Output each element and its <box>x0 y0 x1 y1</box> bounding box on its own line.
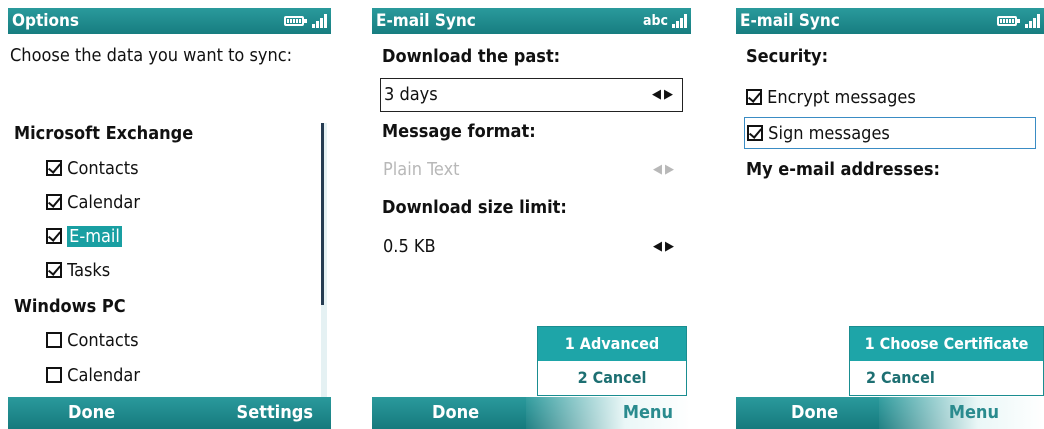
menu-item-cancel[interactable]: 2 Cancel <box>538 361 686 395</box>
field-label-download-past: Download the past: <box>382 46 561 67</box>
softkey-bar: Done Settings <box>8 397 331 429</box>
softkey-bar: Done Menu <box>372 397 691 429</box>
item-label: Calendar <box>67 365 140 386</box>
softkey-left-done[interactable]: Done <box>68 397 115 429</box>
prompt-text: Choose the data you want to sync: <box>10 45 293 66</box>
options-screen: Options Choose the data you want to sync… <box>8 8 331 429</box>
checkbox-checked-icon <box>46 160 62 176</box>
check-item-exchange-contacts[interactable]: Contacts <box>46 158 331 179</box>
checkbox-checked-icon <box>46 228 62 244</box>
menu-item-cancel[interactable]: 2 Cancel <box>850 361 1043 395</box>
check-item-pc-contacts[interactable]: Contacts <box>46 330 331 351</box>
input-mode-indicator: abc <box>643 13 668 29</box>
left-right-arrows-icon: ◀▶ <box>653 162 677 177</box>
addresses-header: My e-mail addresses: <box>746 159 941 180</box>
field-value: 3 days <box>384 84 438 105</box>
item-label: Contacts <box>67 330 139 351</box>
status-icons: abc <box>643 8 687 34</box>
field-value: Plain Text <box>383 159 460 180</box>
item-label: Tasks <box>67 260 111 281</box>
scrollbar-thumb[interactable] <box>321 123 324 305</box>
encrypt-messages-checkbox[interactable]: Encrypt messages <box>744 82 1036 114</box>
popup-menu: 1 Choose Certificate 2 Cancel <box>849 326 1044 396</box>
screen-title: Options <box>12 11 80 31</box>
left-right-arrows-icon[interactable]: ◀▶ <box>652 79 676 111</box>
check-item-exchange-tasks[interactable]: Tasks <box>46 260 331 281</box>
softkey-right-menu[interactable]: Menu <box>623 397 673 429</box>
checkbox-checked-icon <box>46 194 62 210</box>
softkey-left-done[interactable]: Done <box>791 397 838 429</box>
sign-messages-checkbox[interactable]: Sign messages <box>744 117 1036 149</box>
field-label-size-limit: Download size limit: <box>382 197 567 218</box>
screen-title: E-mail Sync <box>376 11 476 31</box>
title-bar: Options <box>8 8 331 34</box>
popup-menu: 1 Advanced 2 Cancel <box>537 326 687 396</box>
menu-item-advanced[interactable]: 1 Advanced <box>538 327 686 361</box>
signal-icon <box>672 14 687 28</box>
left-right-arrows-icon[interactable]: ◀▶ <box>653 231 677 263</box>
title-bar: E-mail Sync abc <box>372 8 691 34</box>
title-bar: E-mail Sync <box>736 8 1044 34</box>
checkbox-checked-icon <box>746 89 762 105</box>
item-label: Contacts <box>67 158 139 179</box>
email-sync-screen: E-mail Sync abc Download the past: 3 day… <box>372 8 691 429</box>
status-icons <box>284 8 327 34</box>
battery-icon <box>997 16 1020 26</box>
download-past-spinner[interactable]: 3 days ◀▶ <box>380 78 683 112</box>
signal-icon <box>312 14 327 28</box>
softkey-bar: Done Menu <box>736 397 1044 429</box>
battery-icon <box>284 16 307 26</box>
softkey-right-settings[interactable]: Settings <box>237 397 313 429</box>
checkbox-checked-icon <box>747 125 763 141</box>
check-item-exchange-calendar[interactable]: Calendar <box>46 192 331 213</box>
softkey-right-menu[interactable]: Menu <box>949 397 999 429</box>
message-format-spinner: Plain Text ◀▶ <box>380 154 683 188</box>
check-item-exchange-email[interactable]: E-mail <box>46 226 331 247</box>
checkbox-unchecked-icon <box>46 332 62 348</box>
menu-item-choose-certificate[interactable]: 1 Choose Certificate <box>850 327 1043 361</box>
item-label-selected: E-mail <box>67 226 122 247</box>
size-limit-spinner[interactable]: 0.5 KB ◀▶ <box>380 231 683 265</box>
status-icons <box>997 8 1040 34</box>
email-sync-security-screen: E-mail Sync Security: Encrypt messages S… <box>736 8 1044 429</box>
softkey-left-done[interactable]: Done <box>432 397 479 429</box>
checkbox-unchecked-icon <box>46 367 62 383</box>
security-header: Security: <box>746 46 829 67</box>
field-label-message-format: Message format: <box>382 121 536 142</box>
group-header-exchange: Microsoft Exchange <box>14 123 194 144</box>
option-label: Sign messages <box>768 123 890 144</box>
signal-icon <box>1025 14 1040 28</box>
option-label: Encrypt messages <box>767 87 916 108</box>
checkbox-checked-icon <box>46 262 62 278</box>
screen-title: E-mail Sync <box>740 11 840 31</box>
item-label: Calendar <box>67 192 140 213</box>
check-item-pc-calendar[interactable]: Calendar <box>46 365 331 386</box>
field-value: 0.5 KB <box>383 236 436 257</box>
group-header-windows-pc: Windows PC <box>14 296 126 317</box>
scrollbar[interactable] <box>321 123 327 397</box>
